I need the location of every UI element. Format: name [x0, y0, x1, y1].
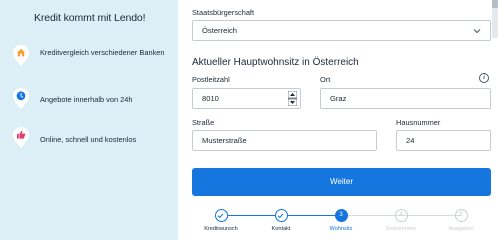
- step-label: Kontakt: [271, 226, 291, 232]
- city-value: Graz: [330, 94, 347, 103]
- step-number: 3: [334, 209, 348, 222]
- thumbs-up-icon: [13, 127, 29, 148]
- citizenship-value: Österreich: [202, 26, 238, 35]
- benefits-panel: Kredit kommt mit Lendo! Kreditvergleich …: [0, 0, 178, 240]
- benefit-item-offers: Angebote innerhalb von 24h: [13, 88, 178, 118]
- chevron-down-icon: [473, 29, 481, 34]
- benefit-label: Kreditvergleich verschiedener Banken: [40, 48, 165, 57]
- clock-icon: [13, 88, 29, 109]
- step-label: Kreditwunsch: [204, 226, 238, 232]
- address-form: Staatsbürgerschaft Österreich Aktueller …: [178, 0, 498, 240]
- postal-code-label: Postleitzahl: [192, 75, 230, 84]
- step-label: Einkommen: [386, 226, 416, 232]
- info-icon[interactable]: i: [479, 73, 489, 83]
- street-value: Musterstraße: [202, 136, 247, 145]
- benefit-label: Online, schnell und kostenlos: [40, 135, 137, 144]
- house-icon: [13, 45, 29, 66]
- street-label: Straße: [192, 118, 215, 127]
- benefit-label: Angebote innerhalb von 24h: [40, 95, 133, 104]
- scrollbar[interactable]: [492, 0, 498, 38]
- step-number: 4: [394, 209, 408, 222]
- number-spinner-icon[interactable]: [288, 91, 297, 106]
- house-number-input[interactable]: 24: [396, 130, 491, 151]
- panel-title: Kredit kommt mit Lendo!: [34, 12, 146, 24]
- step-label: Ausgaben: [448, 226, 474, 232]
- city-label: Ort: [320, 75, 331, 84]
- citizenship-select[interactable]: Österreich: [192, 20, 491, 41]
- scrollbar-thumb[interactable]: [492, 0, 498, 8]
- step-residence[interactable]: 3 Wohnsitz: [311, 209, 371, 232]
- postal-code-input[interactable]: 8010: [192, 88, 301, 109]
- step-contact[interactable]: Kontakt: [251, 209, 311, 232]
- street-input[interactable]: Musterstraße: [192, 130, 377, 151]
- house-number-label: Hausnummer: [396, 118, 441, 127]
- city-input[interactable]: Graz: [320, 88, 491, 109]
- checkmark-icon: [274, 209, 288, 222]
- section-title: Aktueller Hauptwohnsitz in Österreich: [192, 57, 359, 68]
- benefit-item-comparison: Kreditvergleich verschiedener Banken: [13, 45, 178, 75]
- step-number: 5: [454, 209, 468, 222]
- step-expenses: 5 Ausgaben: [431, 209, 491, 232]
- step-label: Wohnsitz: [329, 226, 353, 232]
- house-number-value: 24: [406, 136, 415, 145]
- step-loan-request[interactable]: Kreditwunsch: [191, 209, 251, 232]
- benefit-item-online: Online, schnell und kostenlos: [13, 127, 178, 157]
- continue-button[interactable]: Weiter: [192, 168, 491, 196]
- step-income: 4 Einkommen: [371, 209, 431, 232]
- postal-code-value: 8010: [202, 94, 219, 103]
- citizenship-label: Staatsbürgerschaft: [192, 8, 255, 17]
- checkmark-icon: [214, 209, 228, 222]
